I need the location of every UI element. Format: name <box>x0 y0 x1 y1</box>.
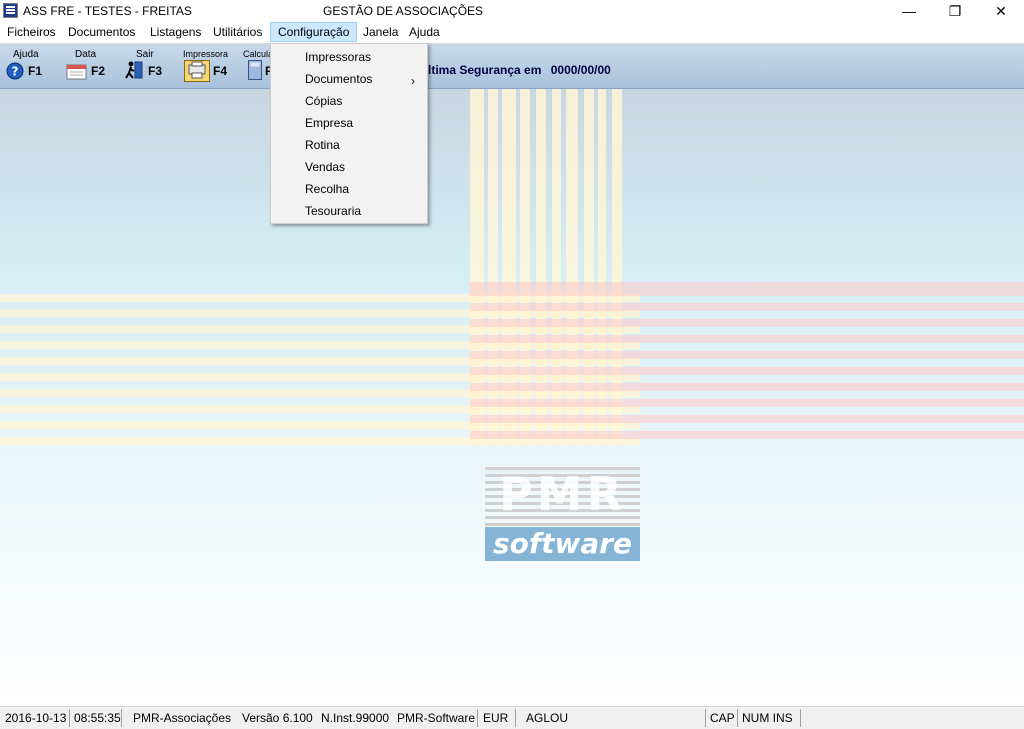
status-num-ins: NUM INS <box>742 711 793 725</box>
help-key: F1 <box>28 64 43 78</box>
dropdown-item-documentos[interactable]: Documentos <box>305 72 372 86</box>
dropdown-item-tesouraria[interactable]: Tesouraria <box>305 204 361 218</box>
configuracao-dropdown: Impressoras Documentos › Cópias Empresa … <box>270 43 428 224</box>
status-version: Versão 6.100 <box>242 711 313 725</box>
exit-button-label: Sair <box>136 49 154 60</box>
menu-bar: Ficheiros Documentos Listagens Utilitári… <box>0 22 1024 44</box>
status-bar: 2016-10-13 08:55:35 PMR-Associações Vers… <box>0 706 1024 729</box>
bg-stripe <box>470 415 1024 423</box>
bg-stripe <box>470 383 1024 391</box>
status-date: 2016-10-13 <box>5 711 67 725</box>
printer-key: F4 <box>213 64 228 78</box>
bg-stripe <box>470 399 1024 407</box>
last-backup-value: 0000/00/00 <box>550 63 611 77</box>
bg-stripe <box>470 431 1024 439</box>
menu-ficheiros[interactable]: Ficheiros <box>0 22 63 42</box>
calculator-button-label: Calcula <box>243 49 274 59</box>
calculator-icon <box>248 60 262 80</box>
menu-listagens[interactable]: Listagens <box>143 22 208 42</box>
last-backup-label: ltima Segurança em <box>428 63 542 77</box>
help-icon: ? <box>6 62 24 80</box>
logo-brand: PMR <box>499 467 626 521</box>
menu-configuracao[interactable]: Configuração <box>270 22 358 42</box>
app-center-title: GESTÃO DE ASSOCIAÇÕES <box>323 4 484 18</box>
bg-stripe <box>470 351 1024 359</box>
submenu-arrow-icon: › <box>411 74 415 88</box>
mdi-workspace: PMR software <box>0 89 1024 706</box>
help-button[interactable]: Ajuda ? F1 <box>6 48 52 84</box>
app-icon[interactable] <box>3 3 18 18</box>
restore-button[interactable]: ❐ <box>932 0 978 22</box>
bg-stripe <box>470 367 1024 375</box>
exit-button[interactable]: Sair F3 <box>124 48 170 84</box>
status-company: PMR-Software <box>397 711 476 725</box>
help-button-label: Ajuda <box>13 49 39 60</box>
close-button[interactable]: ✕ <box>978 0 1024 22</box>
calendar-icon <box>66 64 87 80</box>
date-button[interactable]: Data F2 <box>66 48 112 84</box>
logo-software-block: software <box>485 527 640 561</box>
status-user: AGLOU <box>526 711 569 725</box>
dropdown-item-vendas[interactable]: Vendas <box>305 160 345 174</box>
exit-icon <box>125 61 143 79</box>
menu-janela[interactable]: Janela <box>356 22 405 42</box>
dropdown-item-copias[interactable]: Cópias <box>305 94 342 108</box>
window-title: ASS FRE - TESTES - FREITAS <box>23 4 192 18</box>
date-key: F2 <box>91 64 106 78</box>
bg-stripe <box>470 319 1024 327</box>
dropdown-item-rotina[interactable]: Rotina <box>305 138 340 152</box>
exit-key: F3 <box>148 64 163 78</box>
status-app-name: PMR-Associações <box>133 711 232 725</box>
last-backup-status: ltima Segurança em 0000/00/00 <box>428 63 611 77</box>
status-currency: EUR <box>483 711 509 725</box>
logo-software-text: software <box>492 527 633 560</box>
minimize-button[interactable]: — <box>886 0 932 22</box>
printer-icon <box>184 60 210 82</box>
status-caps-lock: CAP <box>710 711 735 725</box>
bg-stripe <box>470 303 1024 311</box>
date-button-label: Data <box>75 49 97 60</box>
svg-text:?: ? <box>12 65 19 79</box>
dropdown-item-impressoras[interactable]: Impressoras <box>305 50 371 64</box>
printer-button-label: Impressora <box>183 49 229 59</box>
bg-stripe <box>470 335 1024 343</box>
menu-ajuda[interactable]: Ajuda <box>402 22 447 42</box>
dropdown-item-empresa[interactable]: Empresa <box>305 116 353 130</box>
title-bar: ASS FRE - TESTES - FREITAS GESTÃO DE ASS… <box>0 0 1024 22</box>
status-install-number: N.Inst.99000 <box>321 711 390 725</box>
printer-button[interactable]: Impressora F4 <box>183 48 233 84</box>
bg-stripe <box>470 282 1024 296</box>
status-time: 08:55:35 <box>74 711 121 725</box>
menu-documentos[interactable]: Documentos <box>61 22 142 42</box>
menu-utilitarios[interactable]: Utilitários <box>206 22 269 42</box>
dropdown-item-recolha[interactable]: Recolha <box>305 182 349 196</box>
calculator-button[interactable]: Calcula F <box>243 48 274 84</box>
